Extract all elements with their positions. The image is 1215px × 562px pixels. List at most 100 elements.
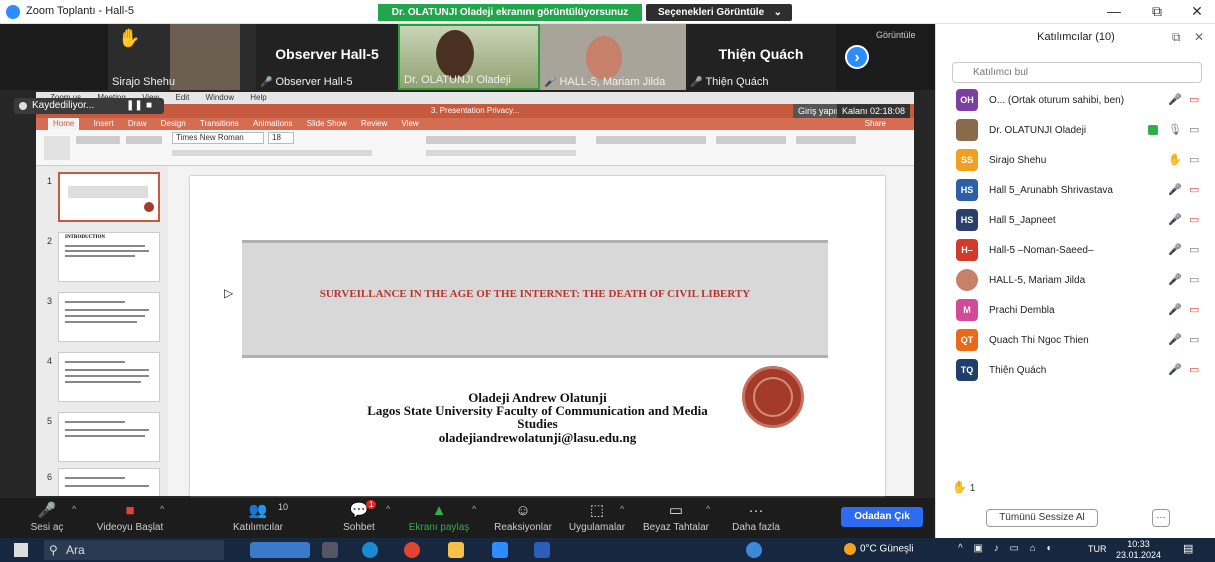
taskbar-widget[interactable] <box>250 542 310 558</box>
participant-row[interactable]: M Prachi Dembla 🎤 ▭ <box>936 296 1215 326</box>
participant-row[interactable]: HALL-5, Mariam Jilda 🎤 ▭ <box>936 266 1215 296</box>
popout-icon[interactable]: ⧉ <box>1172 30 1181 45</box>
raised-hand-icon: ✋ <box>1168 154 1182 166</box>
chevron-down-icon: ⌄ <box>773 7 782 18</box>
slide-thumb-6[interactable] <box>58 468 160 496</box>
more-button[interactable]: ··· Daha fazla <box>726 500 786 533</box>
panel-header: Katılımcılar (10) ⧉ ✕ <box>936 24 1215 54</box>
participant-row[interactable]: HS Hall 5_Arunabh Shrivastava 🎤 ▭ <box>936 176 1215 206</box>
thumb-number: 4 <box>47 356 53 366</box>
participant-row[interactable]: H– Hall-5 –Noman-Saeed– 🎤 ▭ <box>936 236 1215 266</box>
thumb-text-line <box>65 369 149 371</box>
participant-row[interactable]: Dr. OLATUNJI Oladeji 🎙 ▭ <box>936 116 1215 146</box>
mute-all-button[interactable]: Tümünü Sessize Al <box>986 509 1098 527</box>
video-tile-thien[interactable]: Thiện Quách 🎤 Thiện Quách <box>686 24 836 90</box>
slides-group <box>126 136 162 144</box>
slide-thumb-5[interactable] <box>58 412 160 462</box>
chrome-icon[interactable] <box>404 542 420 558</box>
avatar: H– <box>956 239 978 261</box>
edge-icon[interactable] <box>362 542 378 558</box>
video-off-icon: ▭ <box>1189 94 1200 106</box>
language-indicator[interactable]: TUR <box>1088 544 1107 554</box>
menubar-item: Window <box>205 93 234 102</box>
slide-thumb-2[interactable]: INTRODUCTION <box>58 232 160 282</box>
video-tile-mariam[interactable]: 🎤 HALL-5, Mariam Jilda <box>540 24 686 90</box>
windows-start-icon[interactable] <box>14 543 28 557</box>
file-explorer-icon[interactable] <box>448 542 464 558</box>
close-icon[interactable]: ✕ <box>1194 30 1204 44</box>
taskbar-search-label: Ara <box>66 543 85 557</box>
start-video-button[interactable]: ■ Videoyu Başlat <box>92 500 168 533</box>
participant-face <box>436 30 474 78</box>
system-tray-icons[interactable]: ^ ▣ ♪ ▭ ⌂ ◐ <box>958 543 1057 554</box>
whiteboards-button[interactable]: ▭ Beyaz Tahtalar <box>640 500 712 533</box>
whiteboards-label: Beyaz Tahtalar <box>643 522 709 533</box>
minimize-button[interactable]: — <box>1102 3 1126 19</box>
video-tile-observer[interactable]: Observer Hall-5 🎤 Observer Hall-5 <box>256 24 398 90</box>
tile-big-name: Observer Hall-5 <box>275 46 379 62</box>
windows-taskbar: ⚲ Ara 0°C Güneşli ^ ▣ ♪ ▭ ⌂ ◐ TUR 10:33 … <box>0 538 1215 562</box>
stop-icon[interactable]: ■ <box>146 98 152 114</box>
avatar <box>956 119 978 141</box>
share-screen-button[interactable]: ▲ Ekranı paylaş <box>406 500 472 533</box>
taskbar-search[interactable]: ⚲ Ara <box>44 540 224 560</box>
caret-up-icon[interactable]: ^ <box>620 504 624 514</box>
notifications-icon[interactable]: ▤ <box>1183 542 1199 558</box>
caret-up-icon[interactable]: ^ <box>706 504 710 514</box>
thumb-text-line <box>65 361 125 363</box>
search-input[interactable] <box>952 62 1202 83</box>
participant-row[interactable]: OH O... (Ortak oturum sahibi, ben) 🎤 ▭ <box>936 86 1215 116</box>
ppt-titlebar: 3. Presentation Privacy... <box>36 104 914 118</box>
participant-row[interactable]: SS Sirajo Shehu ✋ ▭ <box>936 146 1215 176</box>
shared-screen: Zoom.us Meeting View Edit Window Help 3.… <box>0 90 935 498</box>
video-tile-olatunji[interactable]: Dr. OLATUNJI Oladeji <box>398 24 540 90</box>
slide-thumb-3[interactable] <box>58 292 160 342</box>
thumb-text-line <box>65 381 141 383</box>
close-button[interactable]: ✕ <box>1185 3 1209 20</box>
video-tile-sirajo[interactable]: ✋ Sirajo Shehu <box>108 24 256 90</box>
view-label[interactable]: Görüntüle <box>876 30 916 40</box>
ppt-tab: Transitions <box>199 119 239 128</box>
slide-thumb-1[interactable] <box>58 172 160 222</box>
participant-name: Hall 5_Japneet <box>989 215 1056 226</box>
reactions-button[interactable]: ☺ Reaksiyonlar <box>490 500 556 533</box>
zoom-taskbar-icon[interactable] <box>492 542 508 558</box>
thumb-text-line <box>65 375 149 377</box>
next-page-button[interactable]: › <box>845 45 869 69</box>
share-screen-icon: ▲ <box>431 502 447 519</box>
task-view-icon[interactable] <box>322 542 338 558</box>
mic-icon: 🎙 <box>1168 124 1182 136</box>
caret-up-icon[interactable]: ^ <box>72 504 76 514</box>
restore-button[interactable]: ⧉ <box>1145 3 1169 20</box>
thumb-banner <box>68 186 148 198</box>
support-icon[interactable] <box>746 542 762 558</box>
weather-widget[interactable]: 0°C Güneşli <box>844 543 913 555</box>
clock[interactable]: 10:33 23.01.2024 <box>1116 539 1161 561</box>
view-options-button[interactable]: Seçenekleri Görüntüle ⌄ <box>646 4 792 21</box>
avatar: TQ <box>956 359 978 381</box>
participant-row[interactable]: TQ Thiện Quách 🎤 ▭ <box>936 356 1215 386</box>
format-group <box>172 150 372 156</box>
mic-off-icon: 🎤 <box>1168 214 1182 226</box>
caret-up-icon[interactable]: ^ <box>386 504 390 514</box>
thumb-text-line <box>65 245 145 247</box>
recording-indicator[interactable]: Kaydediliyor... ❚❚ ■ <box>14 98 164 114</box>
video-icon: ▭ <box>1189 274 1200 286</box>
video-off-icon: ■ <box>125 502 135 519</box>
caret-up-icon[interactable]: ^ <box>472 504 476 514</box>
participants-count: 10 <box>278 502 289 512</box>
caret-up-icon[interactable]: ^ <box>160 504 164 514</box>
slide-thumb-4[interactable] <box>58 352 160 402</box>
tile-name: Dr. OLATUNJI Oladeji <box>404 74 511 86</box>
participant-row[interactable]: QT Quach Thi Ngoc Thien 🎤 ▭ <box>936 326 1215 356</box>
pause-icon[interactable]: ❚❚ <box>126 98 143 114</box>
thumb-heading: INTRODUCTION <box>65 235 106 240</box>
unmute-button[interactable]: 🎤 Sesi aç <box>24 500 70 533</box>
thumb-number: 2 <box>47 236 53 246</box>
ppt-share-label: Share <box>864 119 886 128</box>
leave-meeting-button[interactable]: Odadan Çık <box>841 507 923 527</box>
font-size-field: 18 <box>268 132 294 144</box>
participant-row[interactable]: HS Hall 5_Japneet 🎤 ▭ <box>936 206 1215 236</box>
word-icon[interactable] <box>534 542 550 558</box>
panel-more-button[interactable]: ··· <box>1152 509 1170 527</box>
